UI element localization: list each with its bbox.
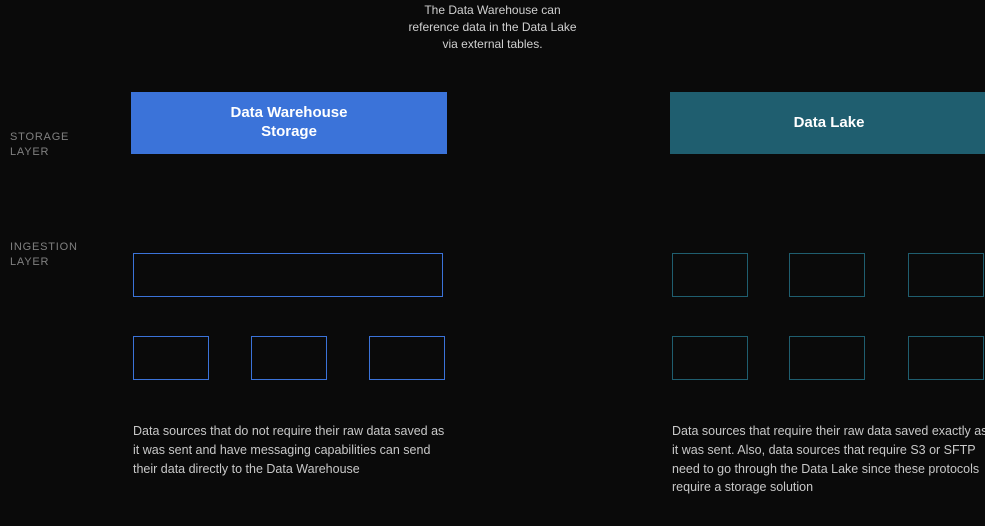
warehouse-ingest-2 — [251, 336, 327, 380]
lake-ingest-2 — [789, 253, 865, 297]
lake-ingest-3 — [908, 253, 984, 297]
warehouse-ingest-1 — [133, 336, 209, 380]
data-lake-label: Data Lake — [794, 114, 865, 133]
data-lake-box: Data Lake — [670, 92, 985, 154]
warehouse-ingest-3 — [369, 336, 445, 380]
lake-ingest-4 — [672, 336, 748, 380]
data-warehouse-storage-box: Data WarehouseStorage — [131, 92, 447, 154]
lake-ingest-5 — [789, 336, 865, 380]
data-warehouse-storage-label: Data WarehouseStorage — [231, 104, 348, 142]
lake-ingest-1 — [672, 253, 748, 297]
ingestion-layer-label: INGESTIONLAYER — [10, 240, 78, 270]
warehouse-ingest-wide — [133, 253, 443, 297]
lake-sources-description: Data sources that require their raw data… — [672, 422, 985, 497]
external-tables-note: The Data Warehouse can reference data in… — [403, 2, 583, 52]
warehouse-sources-description: Data sources that do not require their r… — [133, 422, 451, 478]
storage-layer-label: STORAGELAYER — [10, 130, 69, 160]
lake-ingest-6 — [908, 336, 984, 380]
